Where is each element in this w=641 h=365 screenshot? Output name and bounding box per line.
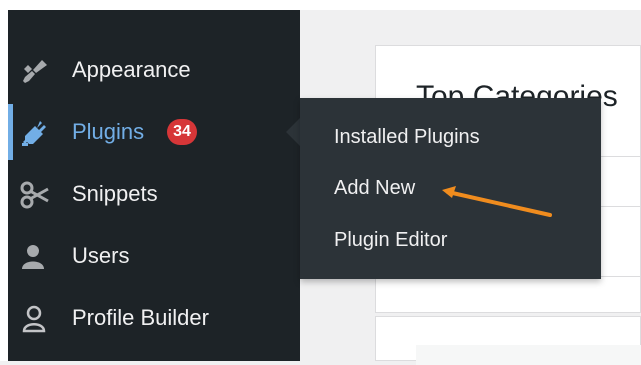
sidebar-item-label: Snippets <box>72 181 158 206</box>
sidebar-item-label: Appearance <box>72 57 191 82</box>
sidebar-item-users[interactable]: Users <box>8 230 300 282</box>
sidebar-item-label: Profile Builder <box>72 305 209 330</box>
dashboard-panel-secondary <box>375 316 641 365</box>
users-icon <box>22 245 44 269</box>
submenu-item-add-new[interactable]: Add New <box>334 177 415 200</box>
sidebar-item-appearance[interactable]: Appearance <box>8 44 300 96</box>
admin-sidebar: Appearance Plugins 34 Snippets Users Pro… <box>8 10 300 361</box>
left-margin <box>0 0 8 361</box>
submenu-item-installed-plugins[interactable]: Installed Plugins <box>334 126 480 149</box>
annotation-arrow-icon <box>442 186 552 217</box>
panel-placeholder <box>416 345 641 365</box>
update-count-badge: 34 <box>167 119 197 145</box>
sidebar-item-label: Users <box>72 243 130 268</box>
sidebar-item-snippets[interactable]: Snippets <box>8 168 300 220</box>
sidebar-item-label: Plugins <box>72 119 145 144</box>
plugin-plug-icon <box>22 121 46 146</box>
top-margin <box>0 0 641 10</box>
scissors-icon <box>20 181 49 209</box>
sidebar-item-plugins[interactable]: Plugins 34 <box>8 104 300 160</box>
sidebar-item-profile-builder[interactable]: Profile Builder <box>8 292 300 344</box>
submenu-item-plugin-editor[interactable]: Plugin Editor <box>334 229 447 252</box>
submenu-pointer <box>286 118 300 146</box>
paintbrush-icon <box>23 60 47 83</box>
person-outline-icon <box>22 305 46 333</box>
